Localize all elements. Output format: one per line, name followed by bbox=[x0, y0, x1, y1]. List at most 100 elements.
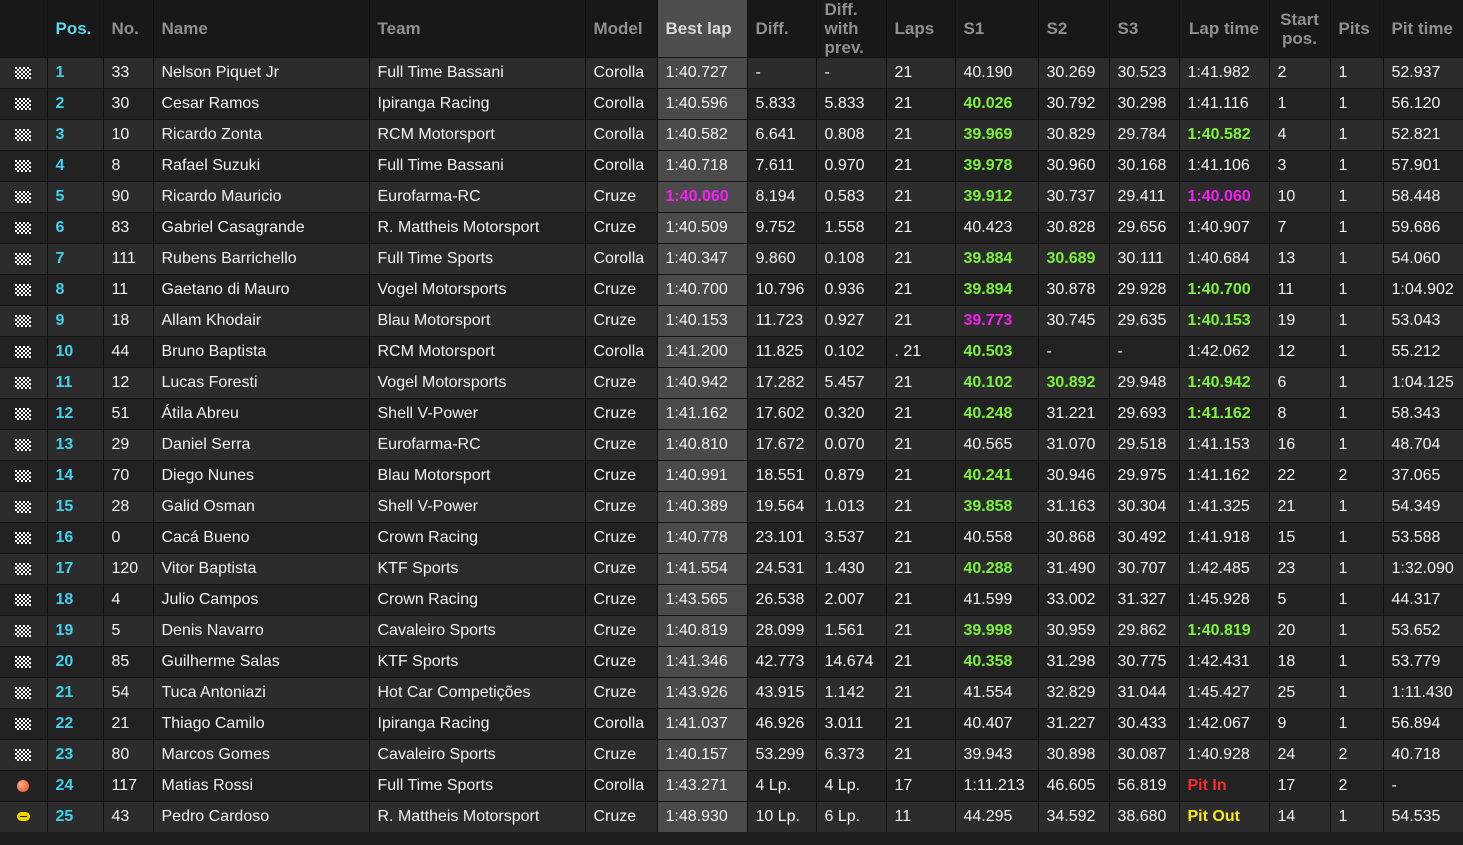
driver-name-cell: Galid Osman bbox=[153, 491, 370, 523]
table-row[interactable]: 11 12 Lucas Foresti Vogel Motorsports Cruze 1… bbox=[0, 367, 1463, 399]
table-row[interactable]: 7 111 Rubens Barrichello Full Time Sports Co… bbox=[0, 243, 1463, 275]
lap-time-cell: 1:42.485 bbox=[1179, 553, 1270, 585]
table-row[interactable]: 6 83 Gabriel Casagrande R. Mattheis Motorsp… bbox=[0, 212, 1463, 244]
s2-cell: 31.298 bbox=[1038, 646, 1110, 678]
s1-cell-value: 40.503 bbox=[963, 343, 1013, 360]
start-pos-cell: 4 bbox=[1269, 119, 1331, 151]
pit-time-cell: 52.821 bbox=[1383, 119, 1463, 151]
pits-cell-value: 1 bbox=[1338, 188, 1348, 205]
laps-column-header[interactable]: Laps bbox=[886, 0, 956, 58]
pits-cell: 1 bbox=[1330, 88, 1384, 120]
table-row[interactable]: 24 117 Matias Rossi Full Time Sports Corolla… bbox=[0, 770, 1463, 802]
diff-cell-value: 10.796 bbox=[755, 281, 805, 298]
team-cell: Eurofarma-RC bbox=[369, 429, 586, 461]
position-cell: 16 bbox=[47, 522, 104, 554]
table-row[interactable]: 8 11 Gaetano di Mauro Vogel Motorsports Cruz… bbox=[0, 274, 1463, 306]
lap-time-cell: 1:40.942 bbox=[1179, 367, 1270, 399]
table-row[interactable]: 4 8 Rafael Suzuki Full Time Bassani Corolla 1… bbox=[0, 150, 1463, 182]
diff-prev-column-header[interactable]: Diff. with prev. bbox=[816, 0, 887, 58]
lap-time-column-header[interactable]: Lap time bbox=[1179, 0, 1270, 58]
diff-prev-cell-value: 1.142 bbox=[824, 684, 865, 701]
table-row[interactable]: 9 18 Allam Khodair Blau Motorsport Cruze 1:40… bbox=[0, 305, 1463, 337]
s1-column-header[interactable]: S1 bbox=[955, 0, 1039, 58]
position-cell-value: 10 bbox=[55, 343, 74, 360]
table-row[interactable]: 1 33 Nelson Piquet Jr Full Time Bassani Coro… bbox=[0, 57, 1463, 89]
best-lap-column-header[interactable]: Best lap bbox=[657, 0, 748, 58]
timing-screen: Pos. No. Name Team Model Best lap Diff. … bbox=[0, 0, 1463, 845]
lap-time-cell-value: 1:41.162 bbox=[1187, 467, 1250, 484]
pit-time-column-header[interactable]: Pit time bbox=[1383, 0, 1463, 58]
pit-time-cell-value: 37.065 bbox=[1391, 467, 1441, 484]
car-number-cell: 0 bbox=[103, 522, 154, 554]
lap-time-cell-value: 1:42.067 bbox=[1187, 715, 1250, 732]
table-row[interactable]: 17 120 Vitor Baptista KTF Sports Cruze 1:41.5… bbox=[0, 553, 1463, 585]
diff-prev-cell: 14.674 bbox=[816, 646, 887, 678]
s3-cell-value: 31.327 bbox=[1117, 591, 1167, 608]
start-pos-column-header[interactable]: Start pos. bbox=[1269, 0, 1331, 58]
best-lap-cell: 1:40.347 bbox=[657, 243, 748, 275]
pit-time-cell: 55.212 bbox=[1383, 336, 1463, 368]
table-row[interactable]: 16 0 Cacá Bueno Crown Racing Cruze 1:40.778 23… bbox=[0, 522, 1463, 554]
s1-cell: 1:11.213 bbox=[955, 770, 1039, 802]
laps-cell-value: 21 bbox=[894, 436, 913, 453]
table-row[interactable]: 10 44 Bruno Baptista RCM Motorsport Corolla 1… bbox=[0, 336, 1463, 368]
s2-column-header[interactable]: S2 bbox=[1038, 0, 1110, 58]
position-cell-value: 5 bbox=[55, 188, 65, 205]
team-cell: Blau Motorsport bbox=[369, 460, 586, 492]
laps-cell: 21 bbox=[886, 615, 956, 647]
table-row[interactable]: 14 70 Diego Nunes Blau Motorsport Cruze 1:40.… bbox=[0, 460, 1463, 492]
table-row[interactable]: 15 28 Galid Osman Shell V-Power Cruze 1:40.38… bbox=[0, 491, 1463, 523]
best-lap-cell-value: 1:40.718 bbox=[665, 157, 728, 174]
car-number-cell: 54 bbox=[103, 677, 154, 709]
table-row[interactable]: 22 21 Thiago Camilo Ipiranga Racing Corolla 1… bbox=[0, 708, 1463, 740]
driver-name-cell-value: Gaetano di Mauro bbox=[161, 281, 290, 298]
s3-column-header[interactable]: S3 bbox=[1109, 0, 1180, 58]
table-row[interactable]: 3 10 Ricardo Zonta RCM Motorsport Corolla 1:4… bbox=[0, 119, 1463, 151]
driver-name-cell-value: Átila Abreu bbox=[161, 405, 239, 422]
best-lap-cell: 1:40.942 bbox=[657, 367, 748, 399]
diff-cell: 7.611 bbox=[747, 150, 817, 182]
s2-cell: 30.898 bbox=[1038, 739, 1110, 771]
start-pos-cell: 24 bbox=[1269, 739, 1331, 771]
pit-time-cell: 40.718 bbox=[1383, 739, 1463, 771]
pit-time-cell: 1:04.902 bbox=[1383, 274, 1463, 306]
table-row[interactable]: 19 5 Denis Navarro Cavaleiro Sports Cruze 1:4… bbox=[0, 615, 1463, 647]
no-column-header[interactable]: No. bbox=[103, 0, 154, 58]
model-column-header[interactable]: Model bbox=[585, 0, 658, 58]
checkered-flag-icon bbox=[15, 221, 32, 234]
pits-column-header[interactable]: Pits bbox=[1330, 0, 1384, 58]
table-row[interactable]: 12 51 Átila Abreu Shell V-Power Cruze 1:41.16… bbox=[0, 398, 1463, 430]
s3-cell: 30.707 bbox=[1109, 553, 1180, 585]
table-row[interactable]: 23 80 Marcos Gomes Cavaleiro Sports Cruze 1:4… bbox=[0, 739, 1463, 771]
diff-prev-cell-value: 0.927 bbox=[824, 312, 865, 329]
position-cell-value: 9 bbox=[55, 312, 65, 329]
table-row[interactable]: 18 4 Julio Campos Crown Racing Cruze 1:43.565… bbox=[0, 584, 1463, 616]
table-row[interactable]: 21 54 Tuca Antoniazi Hot Car Competições Cru… bbox=[0, 677, 1463, 709]
pit-time-cell: 1:11.430 bbox=[1383, 677, 1463, 709]
diff-prev-cell-value: 4 Lp. bbox=[824, 777, 861, 794]
name-column-header[interactable]: Name bbox=[153, 0, 370, 58]
table-row[interactable]: 5 90 Ricardo Mauricio Eurofarma-RC Cruze 1:40… bbox=[0, 181, 1463, 213]
pits-cell: 1 bbox=[1330, 522, 1384, 554]
table-row[interactable]: 25 43 Pedro Cardoso R. Mattheis Motorsport C… bbox=[0, 801, 1463, 832]
driver-name-cell: Cacá Bueno bbox=[153, 522, 370, 554]
diff-column-header[interactable]: Diff. bbox=[747, 0, 817, 58]
table-row[interactable]: 2 30 Cesar Ramos Ipiranga Racing Corolla 1:40… bbox=[0, 88, 1463, 120]
start-pos-cell-value: 22 bbox=[1277, 467, 1296, 484]
team-column-header[interactable]: Team bbox=[369, 0, 586, 58]
laps-cell: 11 bbox=[886, 801, 956, 832]
pit-time-cell: 54.060 bbox=[1383, 243, 1463, 275]
model-cell: Cruze bbox=[585, 646, 658, 678]
car-number-cell: 70 bbox=[103, 460, 154, 492]
driver-name-cell-value: Thiago Camilo bbox=[161, 715, 265, 732]
flag-cell bbox=[0, 646, 48, 678]
table-row[interactable]: 13 29 Daniel Serra Eurofarma-RC Cruze 1:40.81… bbox=[0, 429, 1463, 461]
start-pos-cell-value: 6 bbox=[1277, 374, 1287, 391]
table-row[interactable]: 20 85 Guilherme Salas KTF Sports Cruze 1:41.3… bbox=[0, 646, 1463, 678]
pos-column-header[interactable]: Pos. bbox=[47, 0, 104, 58]
diff-cell-value: 53.299 bbox=[755, 746, 805, 763]
car-number-cell-value: 43 bbox=[111, 808, 130, 825]
car-number-cell-value: 5 bbox=[111, 622, 121, 639]
s1-cell: 40.102 bbox=[955, 367, 1039, 399]
s2-cell: 31.227 bbox=[1038, 708, 1110, 740]
